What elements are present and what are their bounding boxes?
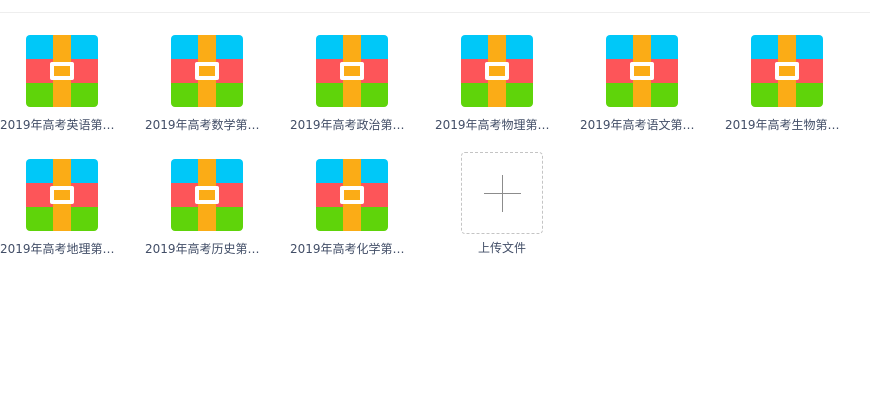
file-name: 2019年高考生物第一...	[725, 118, 850, 132]
zip-archive-icon	[171, 159, 243, 231]
zip-archive-icon	[26, 35, 98, 107]
top-border	[0, 0, 870, 13]
file-name: 2019年高考政治第一...	[290, 118, 415, 132]
zip-archive-icon	[751, 35, 823, 107]
file-item[interactable]: 2019年高考政治第一...	[290, 24, 435, 144]
file-item[interactable]: 2019年高考历史第一...	[145, 148, 290, 268]
file-item[interactable]: 2019年高考数学第一...	[145, 24, 290, 144]
zip-archive-icon	[26, 159, 98, 231]
file-name: 2019年高考化学第一...	[290, 242, 415, 256]
upload-dropzone[interactable]	[461, 152, 543, 234]
file-item[interactable]: 2019年高考化学第一...	[290, 148, 435, 268]
file-name: 2019年高考语文第一...	[580, 118, 705, 132]
file-item[interactable]: 2019年高考英语第一...	[0, 24, 145, 144]
file-name: 2019年高考数学第一...	[145, 118, 270, 132]
file-item[interactable]: 2019年高考地理第一...	[0, 148, 145, 268]
upload-label: 上传文件	[477, 241, 526, 255]
file-item[interactable]: 2019年高考物理第一...	[435, 24, 580, 144]
zip-archive-icon	[461, 35, 533, 107]
file-name: 2019年高考地理第一...	[0, 242, 125, 256]
file-name: 2019年高考历史第一...	[145, 242, 270, 256]
upload-file-button[interactable]: 上传文件	[437, 152, 582, 272]
file-name: 2019年高考英语第一...	[0, 118, 125, 132]
zip-archive-icon	[171, 35, 243, 107]
zip-archive-icon	[606, 35, 678, 107]
zip-archive-icon	[316, 159, 388, 231]
zip-archive-icon	[316, 35, 388, 107]
file-name: 2019年高考物理第一...	[435, 118, 560, 132]
file-item[interactable]: 2019年高考生物第一...	[725, 24, 870, 144]
file-item[interactable]: 2019年高考语文第一...	[580, 24, 725, 144]
